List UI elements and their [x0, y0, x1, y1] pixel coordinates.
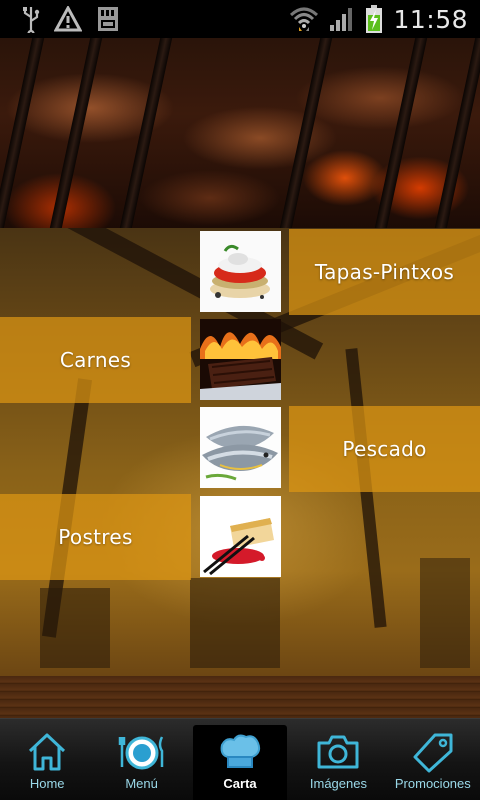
grill-image — [0, 38, 480, 228]
battery-charging-icon — [365, 4, 383, 34]
tapas-image[interactable] — [200, 231, 281, 312]
category-label: Postres — [58, 525, 133, 549]
tab-menu[interactable]: Menú — [94, 719, 188, 800]
tab-imagenes[interactable]: Imágenes — [291, 719, 385, 800]
category-tapas-pintxos[interactable]: Tapas-Pintxos — [289, 229, 480, 315]
tab-promociones[interactable]: Promociones — [386, 719, 480, 800]
sd-card-icon — [96, 5, 120, 33]
dessert-image[interactable] — [200, 496, 281, 577]
category-carnes[interactable]: Carnes — [0, 317, 191, 403]
home-icon — [26, 731, 68, 777]
wifi-icon — [289, 5, 319, 33]
tab-home[interactable]: Home — [0, 719, 94, 800]
category-pescado[interactable]: Pescado — [289, 406, 480, 492]
steak-image[interactable] — [200, 319, 281, 400]
tab-carta[interactable]: Carta — [192, 725, 288, 800]
tab-label: Menú — [125, 776, 158, 791]
fish-image[interactable] — [200, 407, 281, 488]
category-label: Carnes — [59, 348, 132, 372]
category-label: Tapas-Pintxos — [314, 260, 455, 284]
tab-label: Home — [29, 776, 65, 791]
bottom-tab-bar: Home Menú Carta Imágenes Promociones — [0, 718, 480, 800]
warning-icon — [54, 6, 82, 32]
category-label: Pescado — [342, 437, 427, 461]
tag-icon — [411, 731, 455, 777]
tab-label: Carta — [223, 776, 257, 791]
tab-label: Promociones — [394, 776, 471, 791]
chef-hat-icon — [218, 731, 262, 775]
category-postres[interactable]: Postres — [0, 494, 191, 580]
signal-icon — [329, 5, 355, 33]
usb-icon — [22, 5, 40, 33]
clock: 11:58 — [393, 4, 468, 34]
tab-label: Imágenes — [309, 776, 367, 791]
floor — [0, 676, 480, 718]
camera-icon — [315, 731, 361, 777]
dinner-plate-icon — [118, 731, 166, 777]
status-bar: 11:58 — [0, 0, 480, 38]
